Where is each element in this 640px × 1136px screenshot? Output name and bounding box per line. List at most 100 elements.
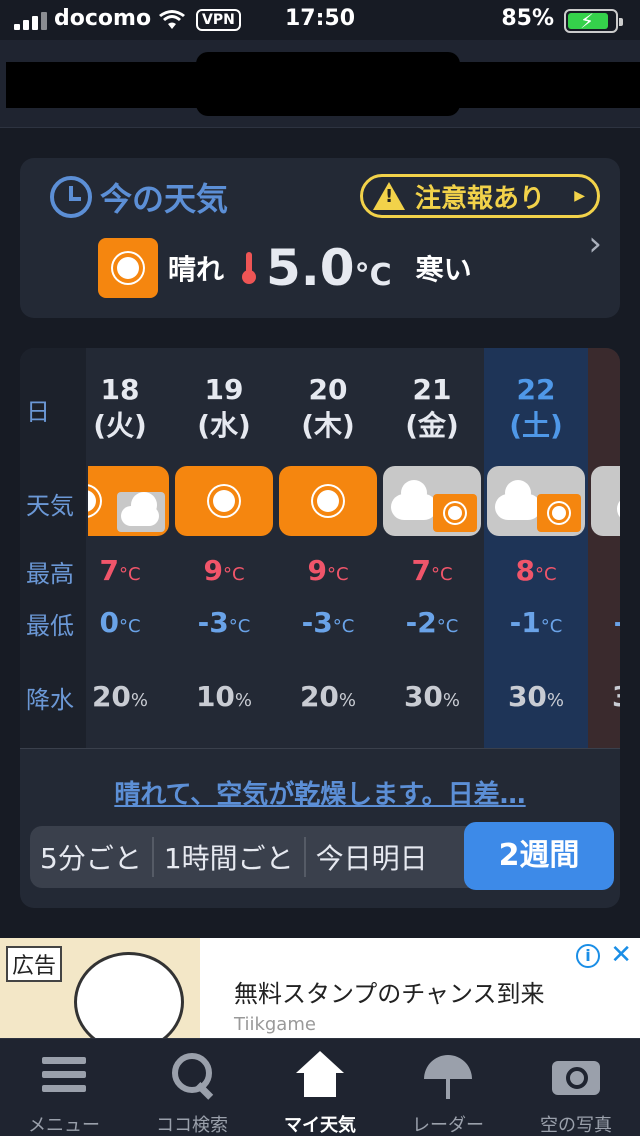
battery-percent: 85% [501, 6, 554, 31]
tab-sky-photos-label: 空の写真 [540, 1115, 612, 1136]
row-label-weather: 天気 [26, 492, 74, 520]
warning-icon [373, 182, 405, 210]
triangle-right-icon: ▶ [574, 188, 585, 204]
sun-then-cloud-icon [88, 466, 169, 536]
forecast-hi: 7°C [588, 554, 620, 587]
date-number: 18 [100, 373, 140, 406]
ad-image[interactable]: 広告 [0, 938, 200, 1038]
divider [20, 748, 620, 749]
forecast-days[interactable]: 18 (火) 7°C 0°C 20% 19 (水) 9°C -3°C 10% 20 (木) 9°C -3°… [88, 348, 620, 748]
tab-my-weather-label: マイ天気 [284, 1115, 356, 1136]
tab-radar[interactable]: レーダー [384, 1039, 512, 1136]
value: 8 [515, 554, 535, 587]
date-number: 20 [308, 373, 348, 406]
cloudy-icon [591, 466, 620, 536]
forecast-date: 18 (火) [88, 372, 172, 444]
range-selector[interactable]: 5分ごと 1時間ごと 今日明日 2週間 [30, 822, 614, 890]
forecast-pr: 30% [588, 680, 620, 713]
ad-source: Tiikgame [234, 1014, 316, 1035]
value: 20 [91, 680, 131, 713]
forecast-hi: 7°C [380, 554, 484, 587]
unit: % [130, 690, 149, 711]
sunny-icon [279, 466, 377, 536]
home-icon [296, 1051, 344, 1099]
forecast-date: 20 (木) [276, 372, 380, 444]
current-temperature: 5.0°C [266, 239, 392, 297]
value: 7 [411, 554, 431, 587]
forecast-day-column[interactable]: 2(日 7°C -3°C 30% [588, 348, 620, 748]
forecast-pr: 20% [276, 680, 380, 713]
value: 30 [403, 680, 443, 713]
unit: °C [228, 616, 251, 637]
unit: °C [222, 564, 245, 585]
unit: °C [436, 616, 459, 637]
value: -3 [614, 606, 620, 639]
tab-5min[interactable]: 5分ごと [30, 837, 154, 877]
forecast-lo: -2°C [380, 606, 484, 639]
forecast-day-column[interactable]: 19 (水) 9°C -3°C 10% [172, 348, 276, 748]
feel-text: 寒い [415, 253, 472, 286]
ad-character [74, 952, 184, 1038]
unit: % [546, 690, 565, 711]
forecast-summary-link[interactable]: 晴れて、空気が乾燥します。日差… [20, 774, 620, 811]
forecast-day-column[interactable]: 21 (金) 7°C -2°C 30% [380, 348, 484, 748]
forecast-pr: 20% [88, 680, 172, 713]
unit: °C [540, 616, 563, 637]
value: 10 [195, 680, 235, 713]
forecast-day-column[interactable]: 22 (土) 8°C -1°C 30% [484, 348, 588, 748]
menu-icon [40, 1051, 88, 1099]
app-header [0, 40, 640, 128]
alert-label: 注意報あり [415, 183, 546, 214]
camera-icon [552, 1051, 600, 1099]
value: -3 [301, 606, 333, 639]
forecast-date: 2(日 [588, 372, 621, 444]
forecast-hi: 9°C [276, 554, 380, 587]
value: 9 [203, 554, 223, 587]
day-of-week: (火) [93, 409, 147, 442]
close-icon[interactable]: ✕ [610, 940, 632, 970]
forecast-lo: -1°C [484, 606, 588, 639]
current-weather-heading: 今の天気 [50, 174, 228, 220]
forecast-lo: -3°C [172, 606, 276, 639]
ad-title[interactable]: 無料スタンプのチャンス到来 [234, 974, 545, 1009]
value: 30 [507, 680, 547, 713]
forecast-lo: -3°C [276, 606, 380, 639]
cloud-then-sun-icon [383, 466, 481, 536]
tab-2weeks[interactable]: 2週間 [464, 822, 614, 890]
tab-hourly[interactable]: 1時間ごと [154, 837, 306, 877]
row-label-precip: 降水 [26, 686, 74, 714]
ad-banner[interactable]: 広告 無料スタンプのチャンス到来 Tiikgame i ✕ [0, 938, 640, 1038]
current-weather-card[interactable]: 今の天気 注意報あり ▶ › 晴れ 5.0°C 寒い [20, 158, 620, 318]
forecast-day-column[interactable]: 18 (火) 7°C 0°C 20% [88, 348, 172, 748]
tab-my-weather[interactable]: マイ天気 [256, 1039, 384, 1136]
tab-menu[interactable]: メニュー [0, 1039, 128, 1136]
day-of-week: (水) [197, 409, 251, 442]
cloud-then-sun-icon [487, 466, 585, 536]
value: 9 [307, 554, 327, 587]
forecast-pr: 30% [484, 680, 588, 713]
unit: % [442, 690, 461, 711]
tab-search-label: ココ検索 [156, 1115, 228, 1136]
forecast-day-column[interactable]: 20 (木) 9°C -3°C 20% [276, 348, 380, 748]
tab-today-tomorrow[interactable]: 今日明日 [306, 837, 438, 877]
forecast-lo: 0°C [88, 606, 172, 639]
sunny-icon [175, 466, 273, 536]
forecast-hi: 7°C [88, 554, 172, 587]
current-weather-title: 今の天気 [100, 180, 229, 218]
alert-button[interactable]: 注意報あり ▶ [360, 174, 600, 218]
unit: °C [326, 564, 349, 585]
condition-text: 晴れ [168, 253, 225, 286]
unit: °C [118, 564, 141, 585]
redacted-bar [6, 62, 640, 108]
chevron-right-icon[interactable]: › [588, 224, 602, 264]
unit: °C [430, 564, 453, 585]
tab-search[interactable]: ココ検索 [128, 1039, 256, 1136]
info-icon[interactable]: i [576, 944, 600, 968]
temperature-unit: °C [354, 258, 392, 293]
date-number: 21 [412, 373, 452, 406]
forecast-date: 21 (金) [380, 372, 484, 444]
tab-sky-photos[interactable]: 空の写真 [512, 1039, 640, 1136]
forecast-date: 22 (土) [484, 372, 588, 444]
battery-icon: ⚡ [564, 9, 623, 33]
forecast-hi: 8°C [484, 554, 588, 587]
